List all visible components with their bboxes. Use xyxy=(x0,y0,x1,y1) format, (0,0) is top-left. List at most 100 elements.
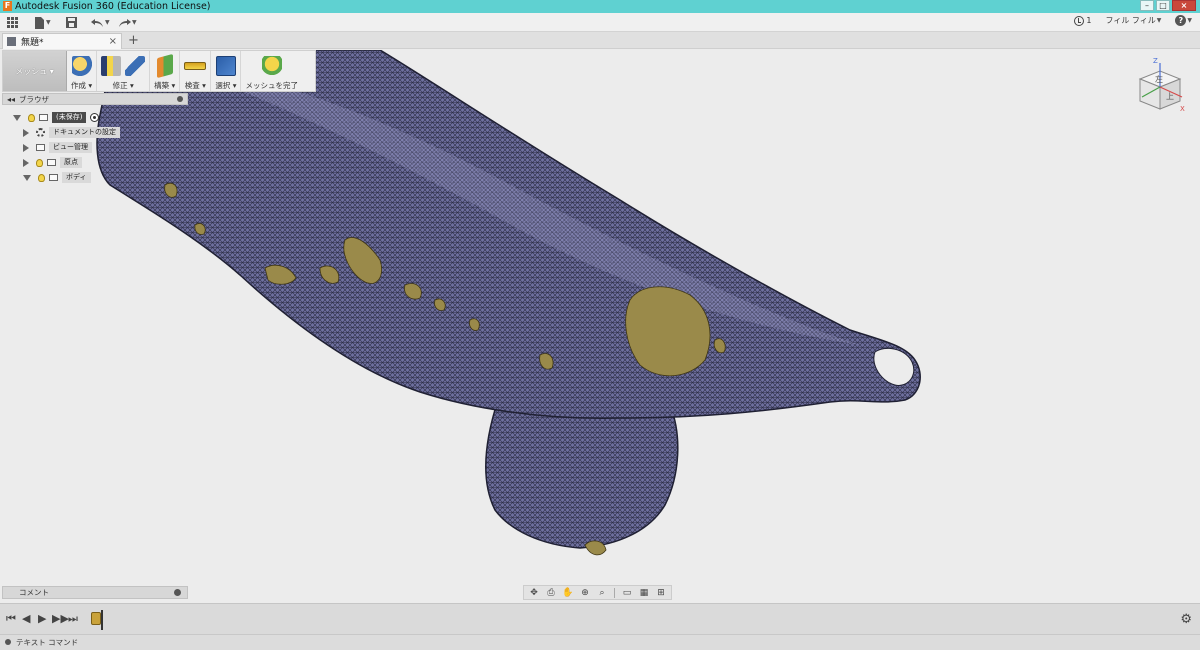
expand-arrow-icon[interactable] xyxy=(13,114,21,121)
visibility-bulb-icon[interactable] xyxy=(38,173,45,182)
help-menu-button[interactable]: ? ▼ xyxy=(1175,15,1192,26)
close-button[interactable]: × xyxy=(1172,0,1196,11)
title-bar: F Autodesk Fusion 360 (Education License… xyxy=(0,0,1200,13)
construct-plane-icon xyxy=(156,53,173,79)
zoom-icon[interactable]: ⊕ xyxy=(578,587,592,598)
finish-mesh-button[interactable]: メッシュを完了 xyxy=(241,51,302,91)
browser-title: ブラウザ xyxy=(19,95,49,104)
browser-node-document-settings[interactable]: ドキュメントの設定 xyxy=(23,127,120,138)
folder-icon xyxy=(49,174,58,181)
redo-button[interactable]: ▼ xyxy=(118,16,137,29)
ribbon-toolbar: メッシュ ▾ 作成 ▾ 修正 ▾ 構築 ▾ 検査 ▾ 選択 ▾ メッシュを完了 xyxy=(2,50,316,92)
text-commands-label: テキスト コマンド xyxy=(16,638,79,647)
data-panel-button[interactable] xyxy=(7,16,18,29)
timeline-next-button[interactable]: ▶▶ xyxy=(52,612,69,625)
new-tab-button[interactable]: + xyxy=(128,33,139,48)
axis-x-label: X xyxy=(1180,105,1185,113)
expand-arrow-icon[interactable] xyxy=(23,128,29,137)
grid-icon xyxy=(7,17,18,28)
timeline-feature-icon[interactable] xyxy=(91,612,101,625)
document-icon xyxy=(7,37,16,46)
finish-mesh-icon xyxy=(261,56,282,76)
save-icon xyxy=(66,17,77,28)
mesh-horn-body xyxy=(96,50,921,419)
timeline-last-button[interactable]: ⏭ xyxy=(68,612,78,626)
window-title: Autodesk Fusion 360 (Education License) xyxy=(15,1,211,12)
view-cube[interactable]: 左 上 Z X xyxy=(1130,57,1190,117)
quick-access-toolbar: ▼ ▼ ▼ 1 フィル フィル ▼ ? ▼ xyxy=(0,13,1200,32)
modify-icon xyxy=(101,56,122,76)
help-icon: ? xyxy=(1175,15,1187,26)
chevron-down-icon: ▼ xyxy=(1187,17,1192,24)
fit-zoom-icon[interactable]: ⌕ xyxy=(595,587,609,598)
document-tab[interactable]: 無題* × xyxy=(2,33,122,49)
navigation-bar: ✥ ⎙ ✋ ⊕ ⌕ ▭ ▦ ⊞ xyxy=(523,585,672,600)
browser-root-node[interactable]: (未保存) xyxy=(13,112,100,123)
ribbon-group-construct[interactable]: 構築 ▾ xyxy=(150,51,181,91)
timeline-first-button[interactable]: ⏮ xyxy=(6,612,16,626)
timeline-previous-button[interactable]: ◀ xyxy=(22,612,30,625)
view-cube-top-face: 左 xyxy=(1155,74,1163,84)
minimize-button[interactable]: – xyxy=(1140,0,1154,11)
view-cube-front-face: 上 xyxy=(1166,92,1174,101)
expand-arrow-icon[interactable] xyxy=(23,158,29,167)
close-tab-icon[interactable]: × xyxy=(109,36,117,47)
ribbon-label-modify: 修正 ▾ xyxy=(112,81,134,90)
pan-hand-icon[interactable]: ✋ xyxy=(561,587,575,598)
ribbon-group-create[interactable]: 作成 ▾ xyxy=(67,51,98,91)
qat-right-group: 1 フィル フィル ▼ ? ▼ xyxy=(1074,15,1192,26)
pin-icon[interactable] xyxy=(177,96,183,102)
workspace-switcher[interactable]: メッシュ ▾ xyxy=(3,51,67,91)
browser-panel-header: ◂◂ ブラウザ xyxy=(2,93,188,105)
timeline-play-button[interactable]: ▶ xyxy=(38,612,46,625)
folder-icon xyxy=(36,144,45,151)
axis-z-label: Z xyxy=(1153,57,1158,65)
visibility-bulb-icon[interactable] xyxy=(36,158,43,167)
node-label: ボディ xyxy=(62,172,91,183)
collapse-panel-icon[interactable]: ◂◂ xyxy=(7,94,15,105)
folder-icon xyxy=(47,159,56,166)
maximize-button[interactable]: □ xyxy=(1156,0,1170,11)
ribbon-label-inspect: 検査 ▾ xyxy=(184,81,206,90)
ribbon-label-construct: 構築 ▾ xyxy=(154,81,176,90)
ribbon-group-inspect[interactable]: 検査 ▾ xyxy=(180,51,212,91)
document-tab-bar: 無題* × + xyxy=(0,32,1200,49)
viewports-icon[interactable]: ⊞ xyxy=(654,587,668,598)
visibility-bulb-icon[interactable] xyxy=(28,113,35,122)
gear-icon xyxy=(36,128,45,137)
browser-node-origin[interactable]: 原点 xyxy=(23,157,82,168)
comments-panel[interactable]: コメント xyxy=(2,586,188,599)
timeline-settings-gear-icon[interactable]: ⚙ xyxy=(1180,612,1192,627)
grid-settings-icon[interactable]: ▦ xyxy=(637,587,651,598)
look-at-icon[interactable]: ⎙ xyxy=(544,587,558,598)
timeline-bar: ⏮ ◀ ▶ ▶▶ ⏭ ⚙ xyxy=(0,603,1200,634)
mesh-model-viewport[interactable] xyxy=(0,50,1200,600)
fusion-app-icon: F xyxy=(3,1,12,11)
node-label: 原点 xyxy=(60,157,82,168)
document-tab-label: 無題* xyxy=(21,38,44,48)
save-button[interactable] xyxy=(66,16,77,29)
fusion360-window: F Autodesk Fusion 360 (Education License… xyxy=(0,0,1200,650)
root-node-label: (未保存) xyxy=(52,112,87,123)
browser-node-bodies[interactable]: ボディ xyxy=(23,172,91,183)
user-menu-button[interactable]: フィル フィル ▼ xyxy=(1106,15,1162,26)
expand-arrow-icon[interactable] xyxy=(23,143,29,152)
file-menu-button[interactable]: ▼ xyxy=(34,16,51,29)
ribbon-group-select[interactable]: 選択 ▾ xyxy=(211,51,242,91)
text-commands-bar[interactable]: テキスト コマンド xyxy=(0,634,1200,650)
browser-node-named-views[interactable]: ビュー管理 xyxy=(23,142,92,153)
activate-component-icon[interactable] xyxy=(90,113,100,122)
display-settings-icon[interactable]: ▭ xyxy=(620,587,634,598)
add-comment-icon[interactable] xyxy=(174,589,181,596)
timeline-marker[interactable] xyxy=(101,610,103,630)
expand-arrow-icon[interactable] xyxy=(23,174,31,181)
window-controls: – □ × xyxy=(1140,0,1196,11)
text-commands-icon xyxy=(5,639,11,645)
clock-icon xyxy=(1074,15,1085,26)
undo-button[interactable]: ▼ xyxy=(91,16,110,29)
toolbar-divider xyxy=(614,587,615,598)
chevron-down-icon: ▼ xyxy=(105,19,110,26)
job-status-button[interactable]: 1 xyxy=(1074,15,1092,26)
ribbon-group-modify[interactable]: 修正 ▾ xyxy=(97,51,151,91)
orbit-icon[interactable]: ✥ xyxy=(527,587,541,598)
